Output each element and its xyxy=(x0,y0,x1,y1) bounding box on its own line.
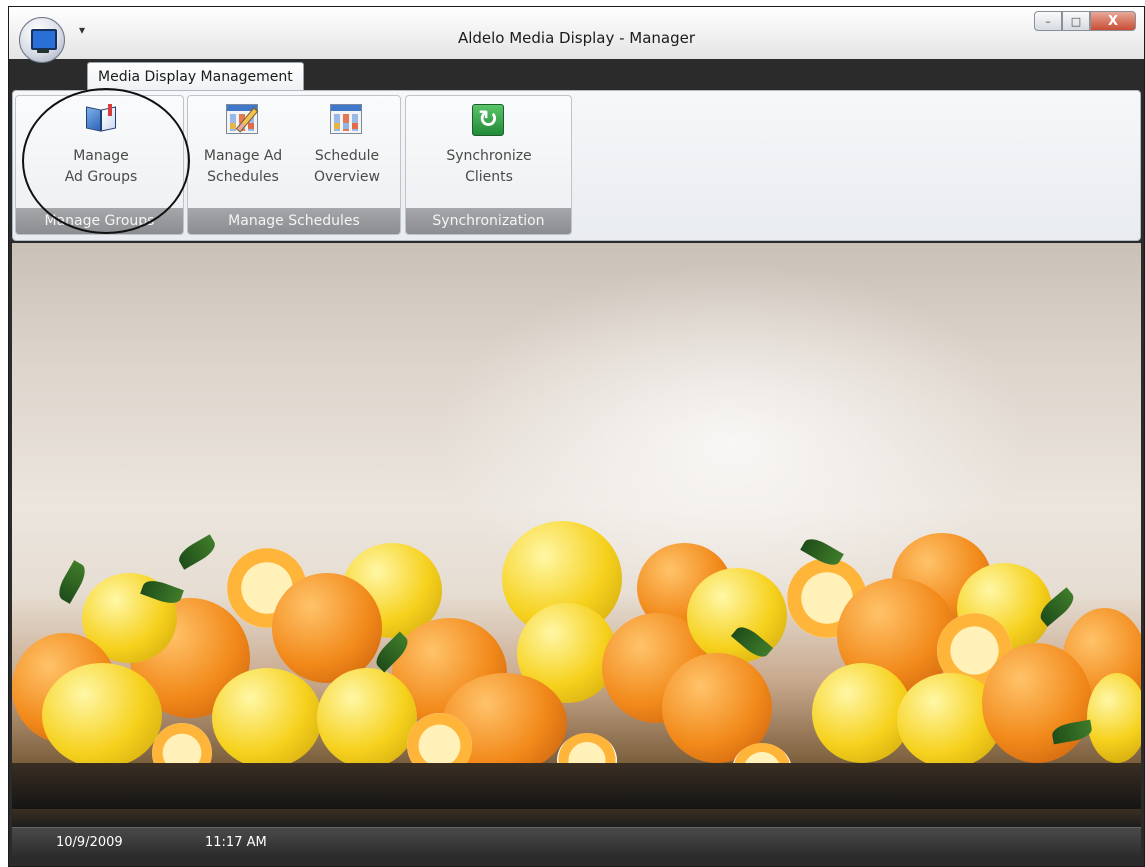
group-label: Manage Groups xyxy=(16,208,183,234)
ribbon: Manage Ad Groups Manage Groups Manage Ad… xyxy=(12,90,1141,241)
group-manage-groups: Manage Ad Groups Manage Groups xyxy=(15,95,184,235)
status-date: 10/9/2009 xyxy=(56,835,123,850)
close-button[interactable]: X xyxy=(1090,11,1136,31)
group-synchronization: ↻ Synchronize Clients Synchronization xyxy=(405,95,572,235)
title-bar: ▾ Aldelo Media Display - Manager – □ X xyxy=(9,7,1144,63)
status-bar: 10/9/2009 11:17 AM xyxy=(12,827,1141,858)
button-label-line2: Overview xyxy=(314,169,380,185)
status-time: 11:17 AM xyxy=(205,835,267,850)
group-manage-schedules: Manage Ad Schedules Schedule Overview Ma… xyxy=(187,95,401,235)
button-label-line2: Schedules xyxy=(207,169,279,185)
monitor-icon xyxy=(31,29,57,50)
open-book-icon xyxy=(84,104,118,134)
manage-ad-schedules-button[interactable]: Manage Ad Schedules xyxy=(196,104,290,188)
button-label-line1: Manage Ad xyxy=(203,148,283,164)
button-label-line1: Schedule xyxy=(314,148,380,164)
tab-media-display-management[interactable]: Media Display Management xyxy=(87,62,304,91)
button-label-line2: Clients xyxy=(465,169,513,185)
app-window: ▾ Aldelo Media Display - Manager – □ X M… xyxy=(8,6,1145,867)
manage-ad-groups-button[interactable]: Manage Ad Groups xyxy=(54,104,148,188)
window-controls: – □ X xyxy=(1034,11,1136,33)
synchronize-clients-button[interactable]: ↻ Synchronize Clients xyxy=(426,104,552,188)
group-label: Synchronization xyxy=(406,208,571,234)
ribbon-tab-strip: Media Display Management xyxy=(9,59,1144,91)
monitor-stand xyxy=(37,49,49,53)
schedule-overview-button[interactable]: Schedule Overview xyxy=(302,104,392,188)
application-menu-button[interactable] xyxy=(19,17,65,63)
sync-icon: ↻ xyxy=(472,104,504,136)
group-label: Manage Schedules xyxy=(188,208,400,234)
maximize-button[interactable]: □ xyxy=(1062,11,1090,31)
button-label-line2: Ad Groups xyxy=(64,169,138,185)
button-label-line1: Synchronize xyxy=(446,148,532,164)
calendar-icon xyxy=(330,104,362,134)
minimize-button[interactable]: – xyxy=(1034,11,1062,31)
window-title: Aldelo Media Display - Manager xyxy=(457,29,696,47)
button-label-line1: Manage xyxy=(73,148,129,164)
media-display-background-image xyxy=(12,243,1141,828)
